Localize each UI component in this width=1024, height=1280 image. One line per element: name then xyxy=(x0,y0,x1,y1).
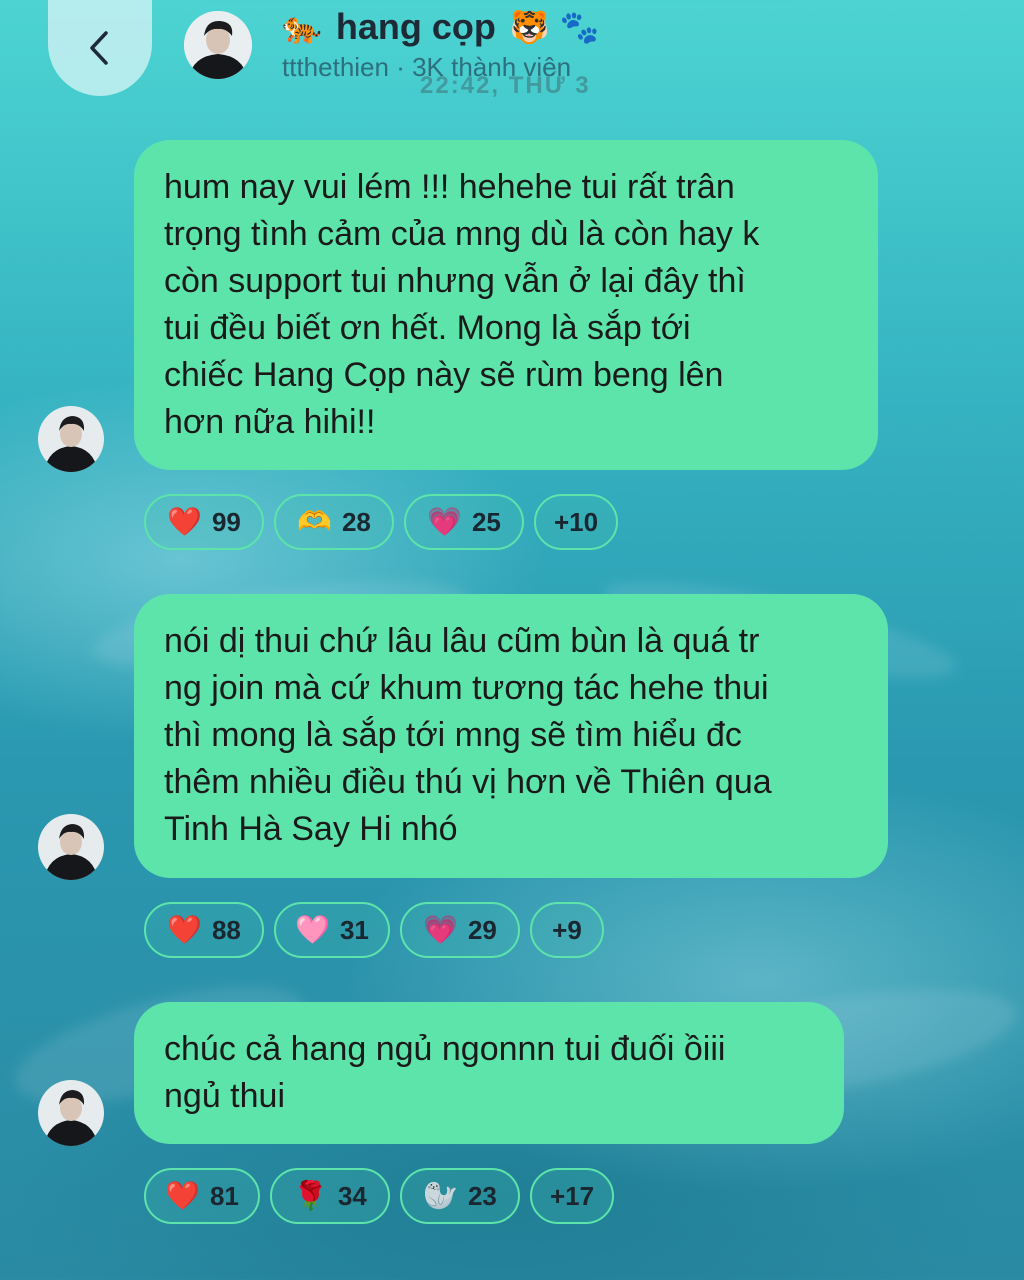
rose-icon: 🌹 xyxy=(293,1180,328,1211)
reaction-count: 28 xyxy=(341,506,371,537)
reaction-count: 99 xyxy=(211,506,241,537)
seal-icon: 🦭 xyxy=(423,1180,458,1211)
reaction-count: 25 xyxy=(471,506,501,537)
reaction-rose[interactable]: 🌹 34 xyxy=(270,1168,390,1224)
message-bubble[interactable]: hum nay vui lém !!! hehehe tui rất trân … xyxy=(134,140,878,470)
reaction-sparkling-heart[interactable]: 💗 29 xyxy=(400,902,520,958)
reaction-seal[interactable]: 🦭 23 xyxy=(400,1168,520,1224)
message-line: hum nay vui lém !!! hehehe tui rất trân xyxy=(164,168,735,206)
group-name: hang cọp xyxy=(335,6,496,47)
sender-avatar[interactable] xyxy=(38,1080,104,1146)
sparkling-heart-icon: 💗 xyxy=(427,506,462,537)
message-line: nói dị thui chứ lâu lâu cũm bùn là quá t… xyxy=(164,622,760,660)
red-heart-icon: ❤️ xyxy=(165,1180,200,1211)
message-line: trọng tình cảm của mng dù là còn hay k xyxy=(164,215,760,253)
message-line: chiếc Hang Cọp này sẽ rùm beng lên xyxy=(164,356,724,394)
reaction-heart[interactable]: ❤️ 88 xyxy=(144,902,264,958)
reaction-count: 23 xyxy=(467,1180,497,1211)
message-line: thêm nhiều điều thú vị hơn về Thiên qua xyxy=(164,763,772,801)
group-avatar[interactable] xyxy=(180,10,256,80)
message-bubble[interactable]: chúc cả hang ngủ ngonnn tui đuối ồiii ng… xyxy=(134,1002,844,1144)
reaction-sparkling-heart[interactable]: 💗 25 xyxy=(404,494,524,550)
message-bubble[interactable]: nói dị thui chứ lâu lâu cũm bùn là quá t… xyxy=(134,594,888,878)
reaction-count: 31 xyxy=(339,914,369,945)
reaction-more-count: +17 xyxy=(549,1180,595,1211)
group-subtitle: ttthethien · 3K thành viên xyxy=(282,52,572,82)
message-line: tui đều biết ơn hết. Mong là sắp tới xyxy=(164,309,691,347)
reaction-more-count: +9 xyxy=(552,914,582,945)
pink-heart-icon: 🩷 xyxy=(295,914,330,945)
reaction-heart-hands[interactable]: 🫶 28 xyxy=(274,494,394,550)
reaction-bar: ❤️ 99 🫶 28 💗 25 +10 xyxy=(144,494,618,550)
sender-avatar[interactable] xyxy=(38,406,104,472)
heart-hands-icon: 🫶 xyxy=(297,506,332,537)
red-heart-icon: ❤️ xyxy=(167,506,202,537)
reaction-more[interactable]: +9 xyxy=(530,902,604,958)
reaction-count: 81 xyxy=(209,1180,239,1211)
message-line: ngủ thui xyxy=(164,1077,285,1115)
reaction-count: 34 xyxy=(337,1180,367,1211)
back-button[interactable] xyxy=(48,0,152,96)
group-title: 🐅 hang cọp 🐯 🐾 xyxy=(282,4,600,50)
red-heart-icon: ❤️ xyxy=(167,914,202,945)
message-line: hơn nữa hihi!! xyxy=(164,403,376,441)
tiger-face-icon: 🐯 xyxy=(509,9,550,45)
message-line: ng join mà cứ khum tương tác hehe thui xyxy=(164,669,769,707)
reaction-more-count: +10 xyxy=(553,506,599,537)
reaction-heart[interactable]: ❤️ 81 xyxy=(144,1168,260,1224)
reaction-bar: ❤️ 88 🩷 31 💗 29 +9 xyxy=(144,902,604,958)
message-line: thì mong là sắp tới mng sẽ tìm hiểu đc xyxy=(164,716,742,754)
message-line: còn support tui nhưng vẫn ở lại đây thì xyxy=(164,262,746,300)
reaction-pink-heart[interactable]: 🩷 31 xyxy=(274,902,390,958)
reaction-more[interactable]: +10 xyxy=(534,494,618,550)
tiger-icon: 🐅 xyxy=(282,9,322,45)
reaction-more[interactable]: +17 xyxy=(530,1168,614,1224)
sender-avatar[interactable] xyxy=(38,814,104,880)
paw-prints-icon: 🐾 xyxy=(559,9,600,45)
message-line: chúc cả hang ngủ ngonnn tui đuối ồiii xyxy=(164,1030,726,1068)
sparkling-heart-icon: 💗 xyxy=(423,914,458,945)
reaction-bar: ❤️ 81 🌹 34 🦭 23 +17 xyxy=(144,1168,614,1224)
message-line: Tinh Hà Say Hi nhó xyxy=(164,810,458,848)
reaction-count: 88 xyxy=(211,914,241,945)
reaction-heart[interactable]: ❤️ 99 xyxy=(144,494,264,550)
chevron-left-icon xyxy=(90,31,108,65)
reaction-count: 29 xyxy=(467,914,497,945)
